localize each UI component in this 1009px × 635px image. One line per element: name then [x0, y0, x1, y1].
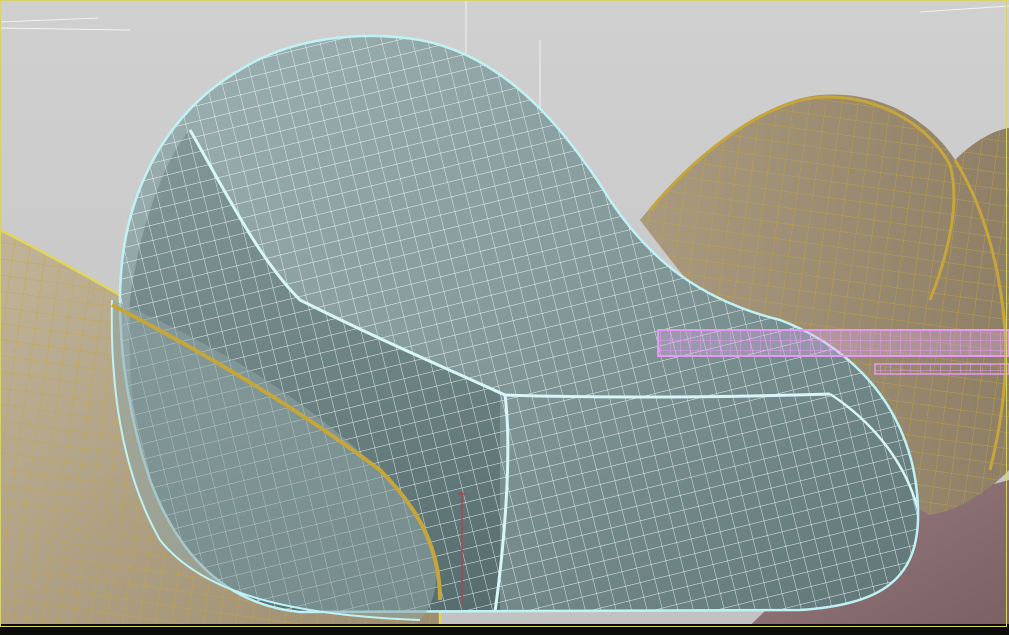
viewport-bottom-edge [0, 624, 1009, 635]
3d-viewport[interactable] [0, 0, 1009, 635]
viewport-scene[interactable] [0, 0, 1009, 635]
